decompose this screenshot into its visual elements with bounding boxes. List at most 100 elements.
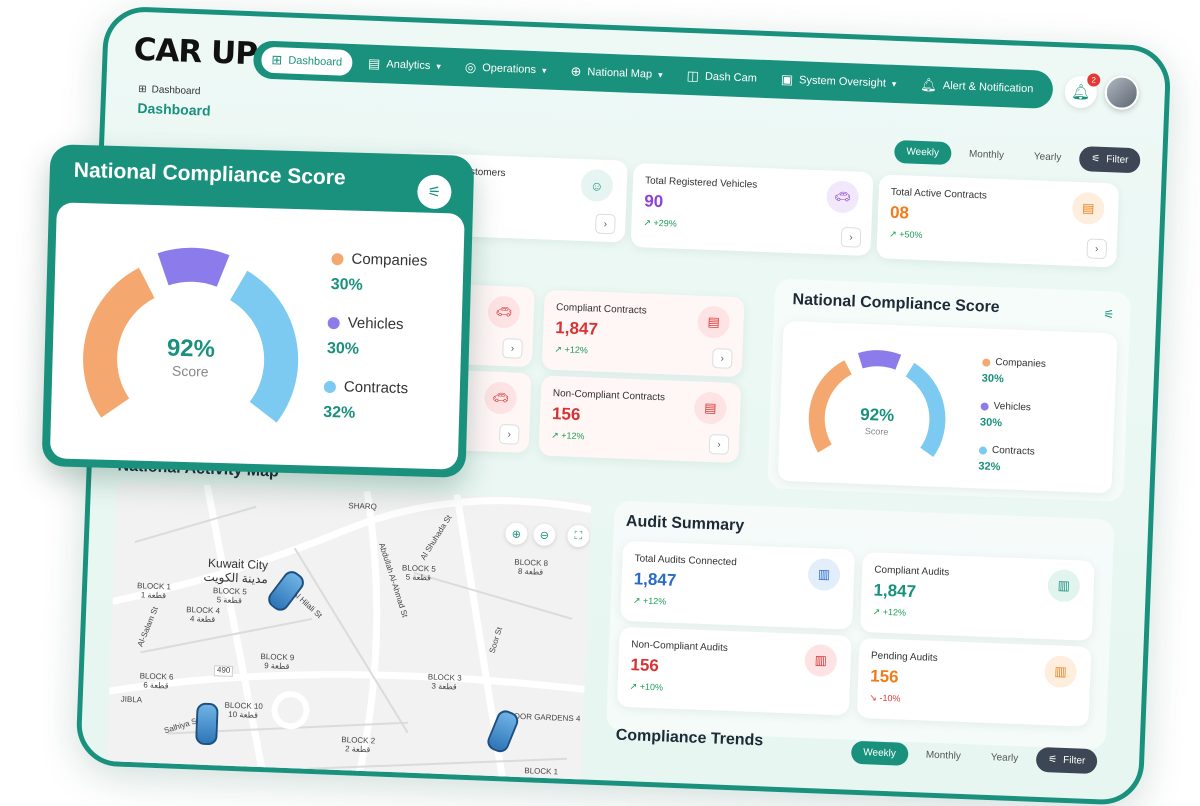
kpi-arrow-button[interactable]: › [1086, 238, 1108, 260]
document-icon: ▤ [1071, 191, 1105, 226]
kpi-value: 1,847 [554, 318, 599, 339]
audit-compliant: Compliant Audits 1,847 ↗ +12% ▥ [859, 552, 1095, 641]
kpi-arrow-button[interactable]: › [498, 423, 520, 445]
compliance-popup: National Compliance Score ⚟ 92% Score Co… [41, 144, 475, 478]
kpi-value: 08 [889, 202, 910, 223]
kpi-non-compliant-contracts: Non-Compliant Contracts 156 ↗ +12% ▤ › [538, 375, 742, 464]
legend-vehicles: Vehicles [327, 314, 404, 333]
period-selector: Weekly Monthly Yearly ⚟ Filter [893, 139, 1141, 174]
breadcrumb: ⊞ Dashboard [137, 83, 201, 98]
period-monthly[interactable]: Monthly [913, 743, 973, 768]
popup-gauge: 92% Score [83, 247, 299, 423]
grid-icon: ⊞ [271, 51, 283, 68]
nav-operations[interactable]: ◎ Operations ▾ [454, 52, 557, 86]
chevron-down-icon: ▾ [891, 78, 897, 89]
fullscreen-icon: ⛶ [574, 529, 583, 542]
kpi-trend: ↗ +12% [551, 429, 585, 442]
nav-dashboard[interactable]: ⊞ Dashboard [258, 44, 355, 79]
gauge-segment-contracts [229, 270, 299, 423]
zoom-out-icon: ⊖ [539, 529, 550, 542]
trend-up-icon: ↗ [629, 681, 638, 692]
user-avatar[interactable] [1104, 74, 1140, 111]
compliance-gauge: 92% Score [808, 350, 946, 458]
trend-up-icon: ↗ [554, 344, 563, 355]
period-monthly[interactable]: Monthly [956, 142, 1016, 167]
legend-companies: Companies [331, 250, 428, 270]
trend-up-icon: ↗ [872, 606, 881, 617]
period-weekly[interactable]: Weekly [850, 740, 909, 766]
nav-national-map[interactable]: ⊕ National Map ▾ [560, 56, 673, 90]
filter-button[interactable]: ⚟ Filter [1035, 746, 1098, 775]
kpi-arrow-button[interactable]: › [502, 338, 523, 359]
kpi-value: 156 [630, 655, 660, 676]
page-title: Dashboard [137, 99, 211, 119]
kpi-value: 1,847 [873, 580, 917, 602]
grid-icon: ⊞ [137, 83, 147, 96]
gauge-score: 92% [167, 334, 216, 362]
car-icon: 🚗︎ [484, 381, 518, 415]
legend-contracts: Contracts [323, 378, 408, 397]
building-icon: ▥ [1043, 655, 1078, 689]
kpi-trend: ↗ +12% [872, 606, 907, 618]
kpi-trend: ↘ -10% [869, 692, 901, 704]
gauge-segment-vehicles [157, 247, 230, 288]
nav-dash-cam[interactable]: ◫ Dash Cam [676, 61, 767, 94]
kpi-active-contracts: Total Active Contracts 08 ↗ +50% ▤ › [876, 174, 1120, 268]
compliance-chart-card: 92% Score Companies 30% Vehicles 30% Con… [777, 320, 1118, 494]
gauge-segment-companies [808, 360, 853, 453]
document-icon: ▤ [693, 391, 727, 425]
sliders-icon: ⚟ [1091, 153, 1101, 165]
bell-icon: 🔔︎ [920, 76, 938, 93]
audit-pending: Pending Audits 156 ↘ -10% ▥ [856, 637, 1092, 727]
kpi-compliant-contracts: Compliant Contracts 1,847 ↗ +12% ▤ › [541, 289, 745, 378]
trend-down-icon: ↘ [869, 692, 878, 703]
filter-button[interactable]: ⚟ Filter [1078, 146, 1141, 174]
legend-contracts: Contracts [978, 444, 1035, 458]
kpi-arrow-button[interactable]: › [595, 213, 616, 235]
gauge-segment-contracts [905, 362, 946, 458]
gauge-score: 92% [860, 405, 895, 425]
period-yearly[interactable]: Yearly [1021, 145, 1073, 170]
audit-total-connected: Total Audits Connected 1,847 ↗ +12% ▥ [620, 540, 856, 630]
trend-up-icon: ↗ [643, 217, 652, 228]
compliance-panel: National Compliance Score ⚟ 92% Score Co… [767, 278, 1132, 502]
popup-title: National Compliance Score [73, 158, 346, 190]
sliders-button[interactable]: ⚟ [416, 174, 452, 210]
clipboard-icon: ▣ [780, 71, 794, 87]
sliders-icon: ⚟ [1047, 754, 1058, 766]
document-icon: ▤ [697, 305, 731, 339]
period-weekly[interactable]: Weekly [893, 139, 952, 166]
trend-up-icon: ↗ [889, 228, 897, 240]
kpi-value: 90 [643, 191, 664, 212]
kpi-arrow-button[interactable]: › [711, 348, 733, 369]
vehicle-marker[interactable] [195, 702, 219, 746]
kpi-arrow-button[interactable]: › [840, 226, 862, 248]
activity-map[interactable]: Kuwait City مدينة الكويت BLOCK 1 قطعة 1 … [105, 481, 592, 800]
car-icon: 🚗︎ [487, 295, 521, 329]
kpi-trend: ↗ +29% [643, 217, 677, 229]
kpi-trend: ↗ +50% [889, 228, 923, 241]
nav-analytics[interactable]: ▤ Analytics ▾ [358, 48, 452, 82]
sliders-icon: ⚟ [427, 183, 442, 202]
globe-icon: ⊕ [570, 63, 582, 79]
car-icon: 🚗︎ [825, 180, 860, 214]
nav-system-oversight[interactable]: ▣ System Oversight ▾ [770, 64, 907, 99]
chevron-down-icon: ▾ [657, 69, 663, 80]
legend-companies: Companies [982, 356, 1046, 370]
chart-icon: ▤ [367, 55, 381, 72]
target-icon: ◎ [464, 59, 477, 75]
kpi-value: 1,847 [633, 569, 677, 590]
kpi-registered-vehicles: Total Registered Vehicles 90 ↗ +29% 🚗︎ › [630, 162, 874, 257]
building-icon: ▥ [807, 557, 841, 592]
notification-badge: 2 [1087, 73, 1101, 87]
kpi-arrow-button[interactable]: › [708, 434, 730, 455]
chevron-down-icon: ▾ [436, 60, 442, 71]
nav-alert-notification[interactable]: 🔔︎ Alert & Notification [910, 70, 1044, 105]
sliders-icon[interactable]: ⚟ [1103, 307, 1114, 321]
brand-logo[interactable]: CAR UP [133, 32, 258, 73]
camera-icon: ◫ [686, 67, 700, 84]
user-icon: ☺ [580, 168, 614, 203]
period-yearly[interactable]: Yearly [978, 746, 1030, 771]
trend-up-icon: ↗ [551, 429, 559, 441]
notification-button[interactable]: 🔔︎ 2 [1064, 73, 1101, 109]
